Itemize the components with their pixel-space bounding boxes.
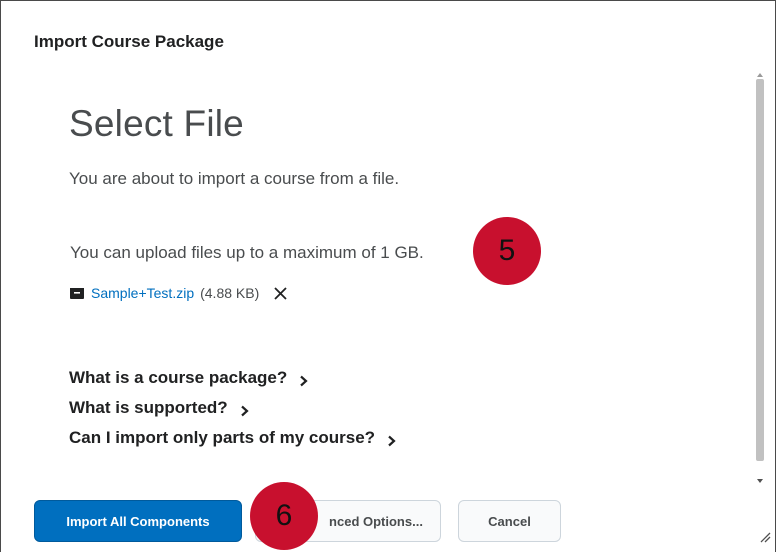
chevron-right-icon: [240, 402, 250, 417]
faq-label: Can I import only parts of my course?: [69, 428, 376, 447]
faq-supported[interactable]: What is supported?: [69, 398, 250, 418]
uploaded-file-row: Sample+Test.zip (4.88 KB): [69, 285, 288, 301]
chevron-right-icon: [387, 432, 397, 447]
intro-text: You are about to import a course from a …: [69, 169, 400, 188]
file-size: (4.88 KB): [200, 285, 260, 301]
page-title: Select File: [69, 103, 244, 144]
step-5-badge: 5: [473, 217, 541, 285]
faq-label: What is supported?: [69, 398, 228, 417]
resize-grip-icon[interactable]: [757, 529, 771, 543]
upload-limit-text: You can upload files up to a maximum of …: [70, 243, 424, 262]
faq-import-parts[interactable]: Can I import only parts of my course?: [69, 428, 397, 448]
cancel-button[interactable]: Cancel: [458, 500, 561, 542]
close-icon[interactable]: [273, 286, 288, 301]
faq-course-package[interactable]: What is a course package?: [69, 368, 309, 388]
dialog-title: Import Course Package: [34, 32, 224, 51]
file-archive-icon: [69, 285, 85, 301]
vertical-scrollbar[interactable]: [753, 61, 767, 483]
chevron-right-icon: [299, 372, 309, 387]
scroll-up-icon[interactable]: [757, 65, 763, 77]
scroll-down-icon[interactable]: [757, 471, 763, 483]
scrollbar-thumb[interactable]: [756, 79, 764, 461]
faq-label: What is a course package?: [69, 368, 288, 387]
import-course-dialog: Import Course Package Select File You ar…: [0, 0, 776, 552]
step-6-badge: 6: [250, 482, 318, 550]
file-name-link[interactable]: Sample+Test.zip: [91, 285, 194, 301]
import-all-components-button[interactable]: Import All Components: [34, 500, 242, 542]
